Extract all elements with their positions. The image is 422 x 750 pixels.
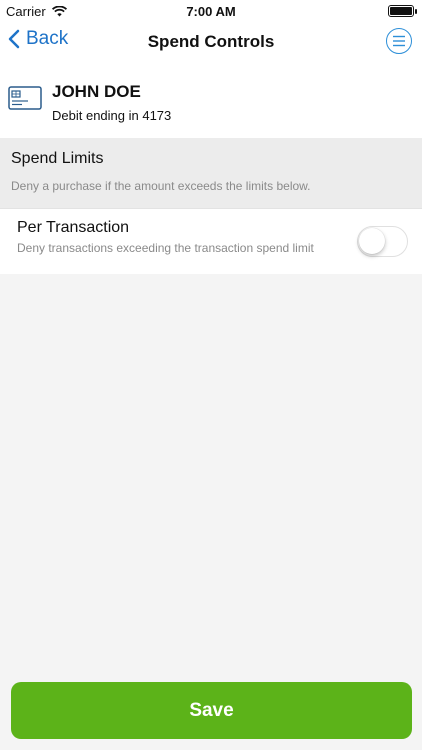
status-time: 7:00 AM [186,4,236,19]
menu-icon [393,35,405,47]
per-transaction-toggle[interactable] [357,226,408,257]
card-header: JOHN DOE Debit ending in 4173 [0,62,422,138]
per-transaction-row: Per Transaction Deny transactions exceed… [0,208,422,274]
navigation-bar: Back Spend Controls [0,22,422,62]
per-transaction-description: Deny transactions exceeding the transact… [17,241,314,255]
menu-button[interactable] [386,28,412,54]
card-holder-name: JOHN DOE [52,82,141,101]
save-button[interactable]: Save [11,682,412,739]
page-title: Spend Controls [147,32,275,51]
per-transaction-title: Per Transaction [17,219,130,236]
toggle-knob [359,228,385,254]
status-bar: Carrier 7:00 AM [0,0,422,22]
spend-limits-section: Spend Limits Deny a purchase if the amou… [0,138,422,208]
battery-icon [388,5,417,17]
card-subtitle: Debit ending in 4173 [52,108,172,123]
card-icon [8,86,42,110]
section-description: Deny a purchase if the amount exceeds th… [11,179,311,193]
section-title: Spend Limits [11,150,104,167]
